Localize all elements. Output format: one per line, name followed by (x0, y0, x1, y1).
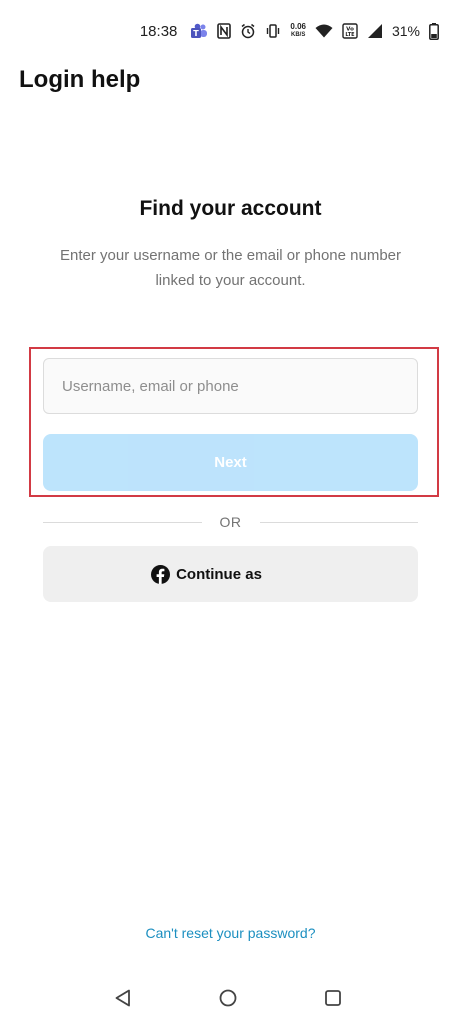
or-divider: OR (43, 512, 418, 532)
teams-icon: T (190, 23, 208, 39)
net-speed-value: 0.06 (290, 22, 306, 31)
wifi-icon (315, 24, 333, 38)
next-button[interactable]: Next (43, 434, 418, 491)
volte-icon: Vo LTE (342, 23, 358, 39)
net-speed-unit: KB/S (291, 32, 306, 38)
system-nav-bar (0, 985, 461, 1011)
continue-with-facebook-button[interactable]: Continue as (43, 546, 418, 602)
battery-percent: 31% (391, 23, 420, 39)
alarm-icon (240, 23, 256, 39)
vibrate-icon (265, 23, 281, 39)
status-time: 18:38 (139, 22, 178, 40)
divider-line-right (259, 521, 418, 523)
page-title: Login help (19, 66, 141, 93)
recents-icon[interactable] (320, 985, 346, 1011)
username-email-phone-input[interactable] (43, 358, 418, 414)
find-account-heading: Find your account (139, 197, 322, 220)
signal-icon (367, 23, 383, 39)
or-label: OR (219, 514, 242, 530)
battery-icon (429, 22, 439, 40)
nfc-icon (217, 23, 232, 39)
svg-text:T: T (194, 29, 200, 38)
cant-reset-password-link[interactable]: Can't reset your password? (0, 925, 461, 941)
continue-as-label: Continue as (176, 565, 262, 583)
svg-text:LTE: LTE (345, 32, 355, 38)
find-account-description: Enter your username or the email or phon… (60, 247, 402, 289)
back-icon[interactable] (110, 985, 136, 1011)
facebook-icon (151, 564, 171, 584)
net-speed-icon: 0.06 KB/S (290, 23, 306, 39)
divider-line-left (43, 521, 202, 523)
home-icon[interactable] (215, 985, 241, 1011)
status-bar: 18:38 T 0.06 KB/S Vo LTE 31% (140, 18, 439, 44)
